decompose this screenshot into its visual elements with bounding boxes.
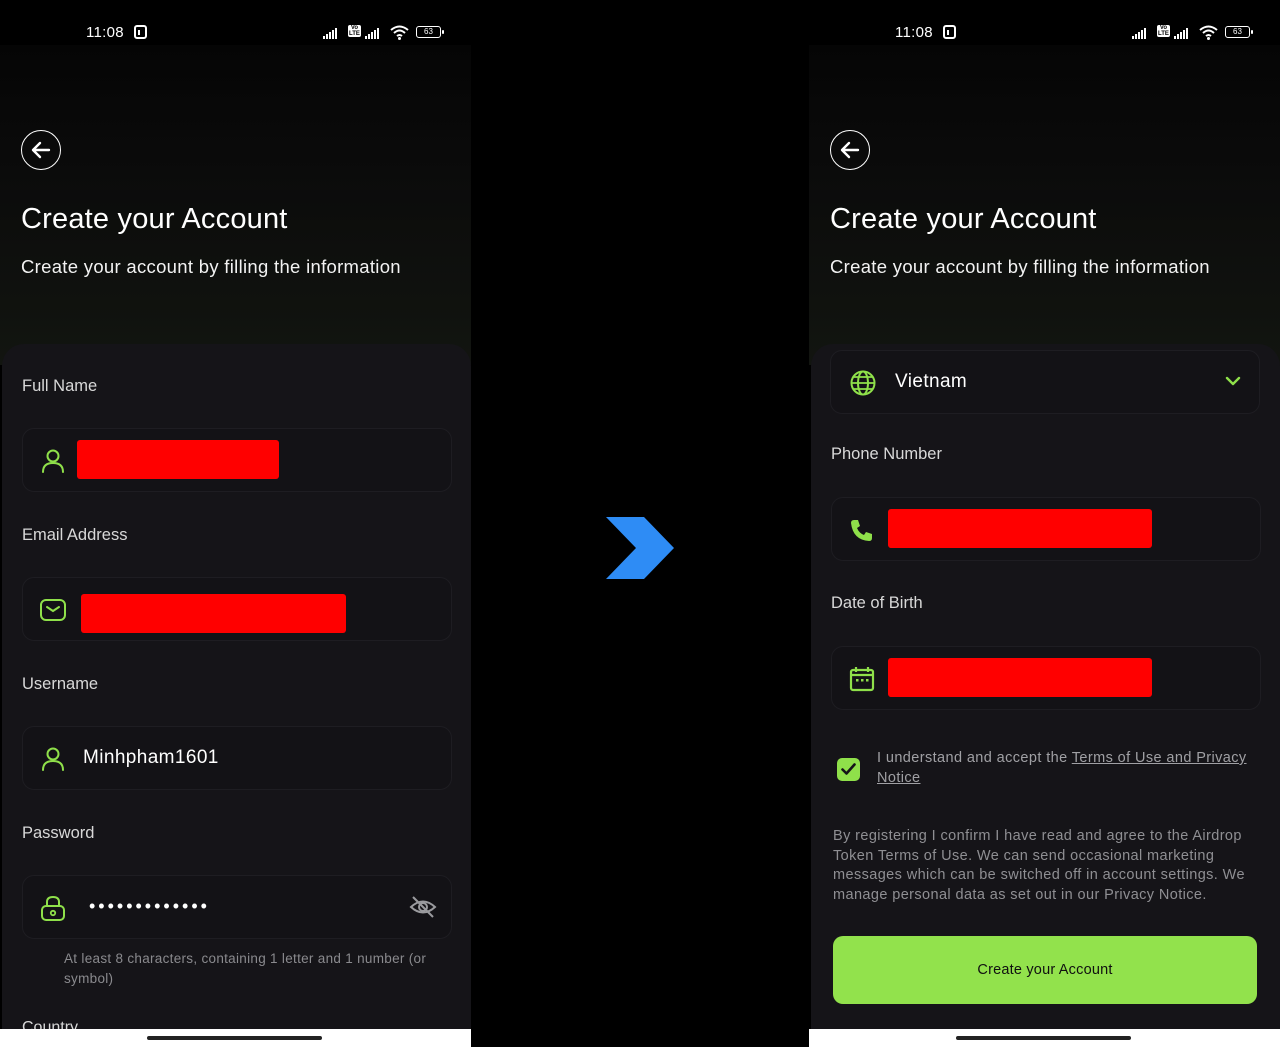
password-label: Password (22, 824, 95, 842)
page-title: Create your Account (830, 203, 1097, 235)
redacted-value (888, 658, 1152, 697)
username-value: Minhpham1601 (83, 747, 219, 768)
page-subtitle: Create your account by filling the infor… (21, 256, 401, 277)
gesture-bar (0, 1029, 471, 1047)
country-label: Country (22, 1019, 79, 1029)
home-indicator[interactable] (147, 1036, 322, 1040)
password-field[interactable]: ••••••••••••• (22, 875, 452, 939)
password-hint: At least 8 characters, containing 1 lett… (64, 951, 427, 986)
redacted-value (888, 509, 1152, 548)
globe-icon (850, 370, 876, 396)
calendar-icon (849, 667, 875, 692)
create-account-button[interactable]: Create your Account (833, 936, 1257, 1004)
volte-icon: Vo LTE (1157, 25, 1170, 37)
dob-label: Date of Birth (831, 594, 923, 612)
battery-icon: 63 (1225, 26, 1253, 38)
signal-icon (1174, 28, 1188, 39)
back-button[interactable] (21, 130, 61, 170)
arrow-left-icon (31, 141, 51, 159)
terms-checkbox[interactable] (837, 758, 860, 781)
phone-field[interactable] (831, 497, 1261, 561)
terms-text: I understand and accept the Terms of Use… (877, 748, 1253, 788)
form-card: Full Name Email Address Username Minhpha… (2, 344, 471, 1044)
eye-off-icon[interactable] (409, 895, 437, 919)
username-label: Username (22, 675, 99, 693)
user-icon (42, 747, 64, 771)
volte-icon: Vo LTE (348, 25, 361, 37)
page-subtitle: Create your account by filling the infor… (830, 256, 1210, 277)
home-indicator[interactable] (956, 1036, 1131, 1040)
legal-disclaimer: By registering I confirm I have read and… (833, 828, 1245, 903)
phone-screen-left: 11:08 Vo LTE 63 Create your Account Creat… (0, 0, 471, 1047)
app-notification-icon (134, 25, 147, 39)
redacted-value (81, 594, 346, 633)
phone-icon (851, 520, 872, 541)
gesture-bar (809, 1029, 1280, 1047)
user-icon (42, 449, 64, 473)
full-name-label: Full Name (22, 377, 98, 395)
chevron-right-icon (606, 517, 674, 579)
wifi-icon (1199, 25, 1218, 40)
app-notification-icon (943, 25, 956, 39)
wifi-icon (390, 25, 409, 40)
lock-icon (41, 895, 65, 921)
back-button[interactable] (830, 130, 870, 170)
chevron-down-icon (1225, 376, 1241, 386)
phone-screen-right: 11:08 Vo LTE 63 Create your Account Creat… (809, 0, 1280, 1047)
dob-field[interactable] (831, 646, 1261, 710)
status-time: 11:08 (895, 24, 933, 41)
username-field[interactable]: Minhpham1601 (22, 726, 452, 790)
status-bar: 11:08 Vo LTE 63 (0, 0, 471, 45)
country-value: Vietnam (895, 371, 968, 392)
signal-icon (365, 28, 379, 39)
mail-icon (40, 599, 66, 621)
redacted-value (77, 440, 279, 479)
status-time: 11:08 (86, 24, 124, 41)
password-value: ••••••••••••• (89, 896, 210, 916)
page-title: Create your Account (21, 203, 288, 235)
battery-icon: 63 (416, 26, 444, 38)
signal-icon (323, 28, 337, 39)
checkmark-icon (841, 763, 856, 775)
status-bar: 11:08 Vo LTE 63 (809, 0, 1280, 45)
country-select[interactable]: Vietnam (830, 350, 1260, 414)
email-label: Email Address (22, 526, 128, 544)
terms-prefix: I understand and accept the (877, 750, 1072, 766)
phone-label: Phone Number (831, 445, 942, 463)
signal-icon (1132, 28, 1146, 39)
email-field[interactable] (22, 577, 452, 641)
full-name-field[interactable] (22, 428, 452, 492)
arrow-left-icon (840, 141, 860, 159)
